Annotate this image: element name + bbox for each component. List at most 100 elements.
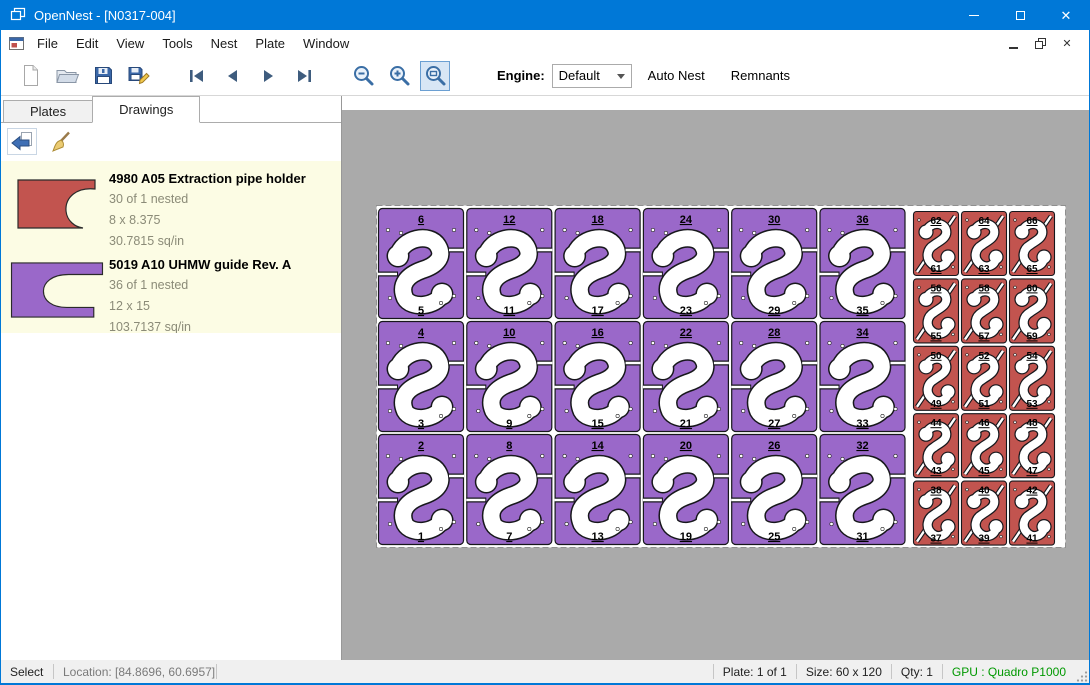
nest-cell-red[interactable]: 6261 — [914, 212, 959, 276]
nest-cell-purple[interactable]: 1413 — [555, 435, 641, 545]
part-number: 54 — [1026, 351, 1038, 362]
nest-canvas[interactable]: 6512111817242330293635431091615222128273… — [342, 110, 1089, 660]
last-plate-button[interactable] — [289, 61, 319, 91]
chevron-down-icon — [617, 74, 625, 83]
nest-cell-red[interactable]: 5453 — [1010, 346, 1055, 410]
part-number: 4 — [418, 327, 425, 339]
nest-cell-red[interactable]: 5251 — [962, 346, 1007, 410]
nest-cell-purple[interactable]: 1615 — [555, 322, 641, 432]
drawing-size: 8 x 8.375 — [109, 210, 306, 231]
drawing-name: 5019 A10 UHMW guide Rev. A — [109, 255, 291, 275]
part-number: 65 — [1026, 264, 1038, 275]
menu-view[interactable]: View — [107, 32, 153, 55]
drawing-nested-count: 36 of 1 nested — [109, 275, 291, 296]
nest-cell-purple[interactable]: 87 — [466, 435, 552, 545]
zoom-out-button[interactable] — [348, 61, 378, 91]
drawing-item-1[interactable]: 4980 A05 Extraction pipe holder 30 of 1 … — [1, 161, 341, 247]
nest-cell-purple[interactable]: 21 — [378, 435, 464, 545]
zoom-in-button[interactable] — [384, 61, 414, 91]
nest-cell-red[interactable]: 5655 — [914, 279, 959, 343]
new-file-icon — [21, 64, 41, 87]
nest-cell-red[interactable]: 4847 — [1010, 414, 1055, 478]
close-button[interactable]: ✕ — [1043, 0, 1089, 30]
save-button[interactable] — [88, 61, 118, 91]
tab-drawings[interactable]: Drawings — [92, 96, 200, 123]
nest-cell-purple[interactable]: 1211 — [466, 209, 552, 319]
mdi-window-controls: ✕ — [1005, 35, 1089, 51]
nest-cell-red[interactable]: 6665 — [1010, 212, 1055, 276]
app-icon — [10, 7, 26, 23]
part-number: 2 — [418, 440, 424, 452]
menu-file[interactable]: File — [28, 32, 67, 55]
mdi-restore-button[interactable] — [1032, 35, 1048, 51]
nest-cell-red[interactable]: 4443 — [914, 414, 959, 478]
menu-nest[interactable]: Nest — [202, 32, 247, 55]
nest-cell-purple[interactable]: 3029 — [731, 209, 817, 319]
nest-cell-red[interactable]: 6463 — [962, 212, 1007, 276]
zoom-in-icon — [388, 64, 411, 87]
send-to-plate-button[interactable] — [7, 128, 37, 155]
part-number: 37 — [930, 534, 942, 545]
nest-cell-purple[interactable]: 3635 — [820, 209, 906, 319]
mdi-minimize-button[interactable] — [1005, 35, 1021, 51]
save-icon — [93, 65, 114, 86]
content-area: Plates Drawings — [1, 96, 1089, 660]
nest-cell-purple[interactable]: 2221 — [643, 322, 729, 432]
menu-plate[interactable]: Plate — [246, 32, 294, 55]
nest-cell-purple[interactable]: 3433 — [820, 322, 906, 432]
nest-cell-red[interactable]: 4039 — [962, 481, 1007, 545]
tab-plates[interactable]: Plates — [3, 100, 93, 123]
remnants-button[interactable]: Remnants — [721, 62, 800, 89]
nest-cell-purple[interactable]: 65 — [378, 209, 464, 319]
maximize-button[interactable] — [997, 0, 1043, 30]
minimize-button[interactable] — [951, 0, 997, 30]
nest-cell-purple[interactable]: 43 — [378, 322, 464, 432]
drawing-size: 12 x 15 — [109, 296, 291, 317]
nest-cell-red[interactable]: 4241 — [1010, 481, 1055, 545]
nest-cell-purple[interactable]: 2019 — [643, 435, 729, 545]
previous-plate-button[interactable] — [217, 61, 247, 91]
part-number: 19 — [680, 531, 692, 543]
menu-window[interactable]: Window — [294, 32, 358, 55]
first-plate-button[interactable] — [181, 61, 211, 91]
menu-edit[interactable]: Edit — [67, 32, 107, 55]
zoom-out-icon — [352, 64, 375, 87]
drawing-area: 30.7815 sq/in — [109, 231, 306, 247]
part-number: 38 — [930, 486, 942, 497]
nest-cell-purple[interactable]: 2423 — [643, 209, 729, 319]
plate[interactable]: 6512111817242330293635431091615222128273… — [376, 205, 1066, 548]
menu-tools[interactable]: Tools — [153, 32, 201, 55]
nest-cell-red[interactable]: 5049 — [914, 346, 959, 410]
part-number: 59 — [1026, 331, 1038, 342]
clear-button[interactable] — [45, 128, 75, 155]
nest-cell-purple[interactable]: 3231 — [820, 435, 906, 545]
save-as-button[interactable] — [124, 61, 154, 91]
auto-nest-button[interactable]: Auto Nest — [638, 62, 715, 89]
nest-cell-purple[interactable]: 109 — [466, 322, 552, 432]
zoom-fit-button[interactable] — [420, 61, 450, 91]
drawing-item-2[interactable]: 5019 A10 UHMW guide Rev. A 36 of 1 neste… — [1, 247, 341, 333]
part-number: 5 — [418, 305, 424, 317]
nest-cell-red[interactable]: 6059 — [1010, 279, 1055, 343]
mdi-minimize-icon — [1009, 47, 1018, 49]
nest-cell-purple[interactable]: 2827 — [731, 322, 817, 432]
resize-grip[interactable] — [1075, 660, 1089, 683]
next-plate-button[interactable] — [253, 61, 283, 91]
part-number: 13 — [591, 531, 603, 543]
nest-cell-red[interactable]: 5857 — [962, 279, 1007, 343]
status-gpu: GPU : Quadro P1000 — [943, 660, 1075, 683]
nest-cell-purple[interactable]: 1817 — [555, 209, 641, 319]
part-number: 1 — [418, 531, 424, 543]
broom-icon — [49, 130, 72, 153]
engine-select[interactable]: Default — [552, 64, 632, 88]
open-button[interactable] — [52, 61, 82, 91]
part-number: 39 — [978, 534, 990, 545]
mdi-close-button[interactable]: ✕ — [1059, 35, 1075, 51]
part-number: 62 — [930, 216, 942, 227]
first-arrow-icon — [187, 68, 206, 84]
nest-cell-purple[interactable]: 2625 — [731, 435, 817, 545]
nest-cell-red[interactable]: 4645 — [962, 414, 1007, 478]
document-icon — [9, 36, 24, 51]
new-button[interactable] — [16, 61, 46, 91]
nest-cell-red[interactable]: 38 37 — [914, 481, 959, 545]
